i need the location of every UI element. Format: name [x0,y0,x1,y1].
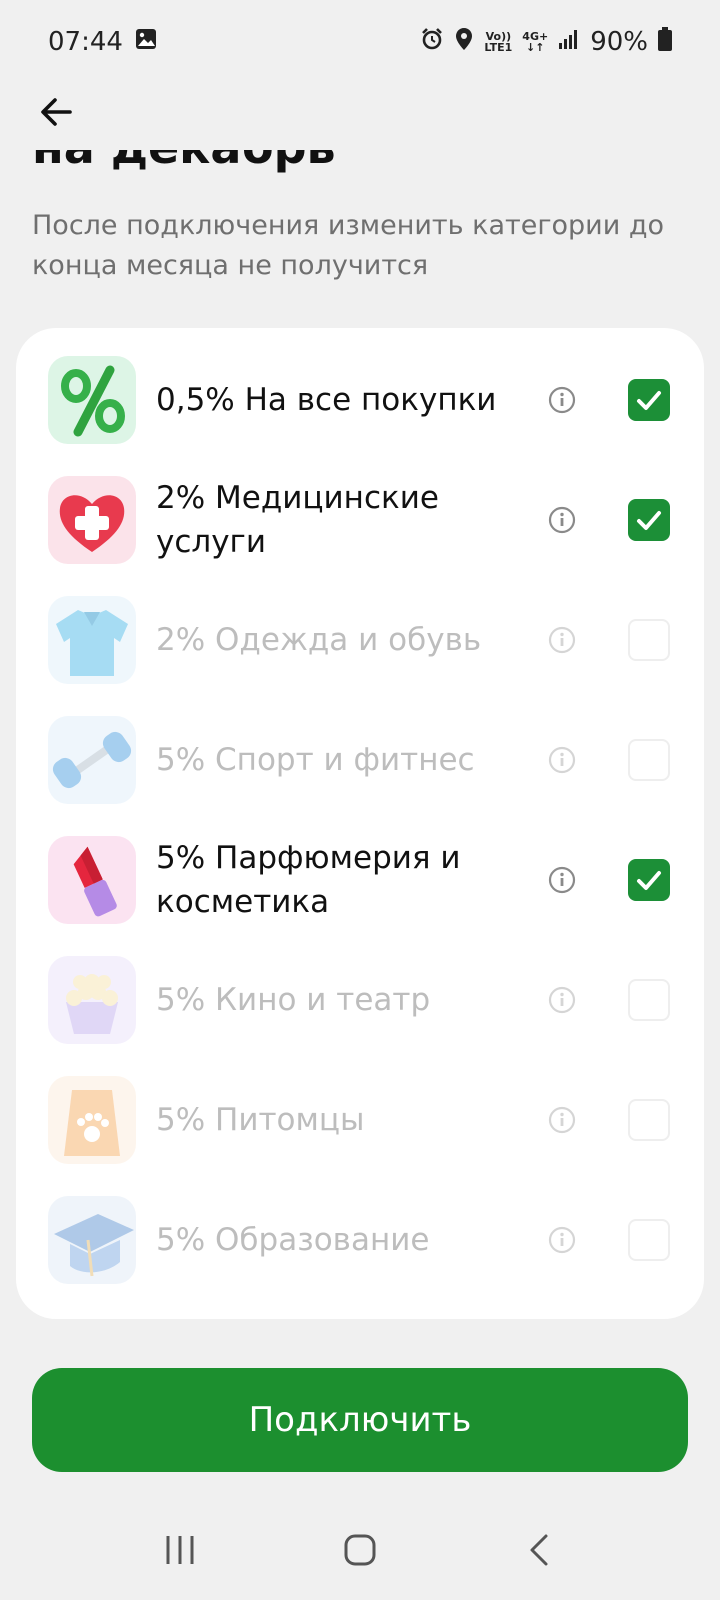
signal-icon [558,27,580,57]
polo-shirt-icon [48,596,136,684]
info-icon[interactable] [548,1106,576,1134]
battery-percent: 90% [590,27,648,57]
title-clip: на декабрь [32,150,692,190]
info-icon[interactable] [548,386,576,414]
home-button[interactable] [330,1520,390,1580]
page-title: на декабрь [32,150,336,174]
location-icon [454,27,474,58]
info-icon[interactable] [548,866,576,894]
info-icon[interactable] [548,746,576,774]
volte-icon: Vo)) LTE1 [484,31,512,53]
status-left: 07:44 [48,27,157,57]
info-icon[interactable] [548,1226,576,1254]
alarm-icon [420,27,444,58]
connect-button[interactable]: Подключить [32,1368,688,1472]
category-checkbox[interactable] [628,739,670,781]
category-row[interactable]: 5% Питомцы [16,1060,704,1180]
category-label: 5% Спорт и фитнес [156,742,475,778]
percent-icon [48,356,136,444]
system-nav-bar [0,1500,720,1600]
status-time: 07:44 [48,27,123,57]
category-checkbox[interactable] [628,859,670,901]
status-bar: 07:44 Vo)) LTE1 4G+ ↓↑ 90% [0,0,720,84]
back-icon [530,1534,548,1566]
system-back-button[interactable] [510,1520,570,1580]
category-checkbox[interactable] [628,379,670,421]
arrow-left-icon [38,94,74,134]
data-arrows-icon: 4G+ ↓↑ [522,30,549,54]
image-icon [135,27,157,57]
page-subtitle: После подключения изменить категории до … [32,210,665,281]
pet-food-bag-icon [48,1076,136,1164]
category-label: 5% Кино и театр [156,982,431,1018]
category-label: 2% Одежда и обувь [156,622,482,658]
status-right: Vo)) LTE1 4G+ ↓↑ 90% [420,26,672,58]
category-row[interactable]: 5% Спорт и фитнес [16,700,704,820]
home-icon [344,1534,376,1566]
category-label: 5% Парфюмерия и косметика [156,840,461,920]
category-label: 5% Питомцы [156,1102,365,1138]
category-label: 0,5% На все покупки [156,382,497,418]
category-row[interactable]: 2% Одежда и обувь [16,580,704,700]
lipstick-icon [48,836,136,924]
recent-apps-button[interactable] [150,1520,210,1580]
popcorn-icon [48,956,136,1044]
category-row[interactable]: 5% Парфюмерия и косметика [16,820,704,940]
category-row[interactable]: 0,5% На все покупки [16,340,704,460]
heart-medical-icon [48,476,136,564]
category-row[interactable]: 5% Образование [16,1180,704,1300]
network-bottom-label: LTE1 [484,41,513,54]
info-icon[interactable] [548,506,576,534]
checkmark-icon [637,511,661,530]
category-checkbox[interactable] [628,1219,670,1261]
info-icon[interactable] [548,986,576,1014]
category-label: 5% Образование [156,1222,430,1258]
info-icon[interactable] [548,626,576,654]
categories-card: 0,5% На все покупки 2% Медицинские услуг… [16,328,704,1319]
battery-icon [658,26,672,58]
dumbbell-icon [48,716,136,804]
checkmark-icon [637,391,661,410]
graduation-cap-icon [48,1196,136,1284]
checkmark-icon [637,871,661,890]
category-checkbox[interactable] [628,619,670,661]
category-row[interactable]: 2% Медицинские услуги [16,460,704,580]
category-checkbox[interactable] [628,1099,670,1141]
back-button[interactable] [30,88,82,140]
category-checkbox[interactable] [628,979,670,1021]
category-label: 2% Медицинские услуги [156,480,439,560]
recent-apps-icon [166,1536,194,1564]
category-checkbox[interactable] [628,499,670,541]
category-row[interactable]: 5% Кино и театр [16,940,704,1060]
